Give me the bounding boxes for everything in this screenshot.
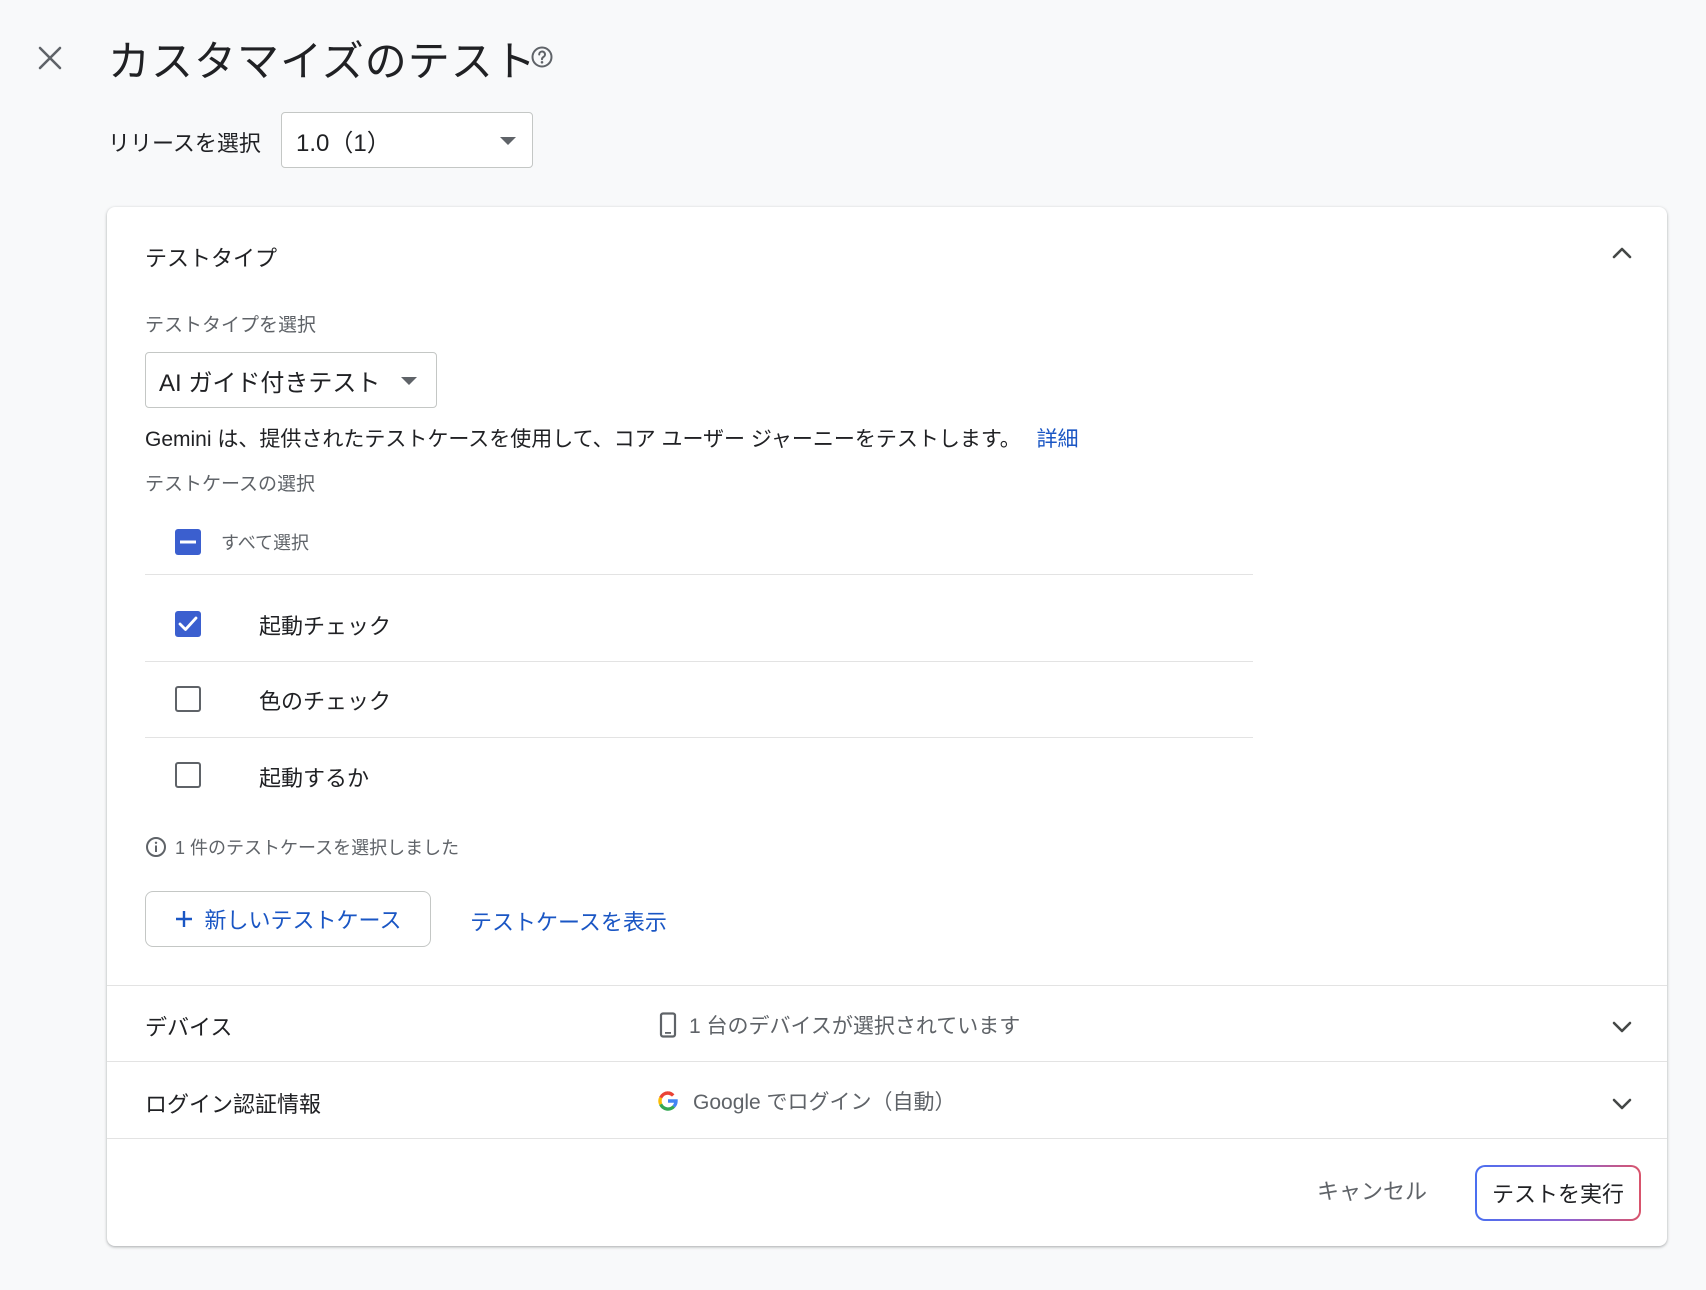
help-circle-icon[interactable] <box>530 45 554 74</box>
release-select-value: 1.0（1） <box>296 129 391 157</box>
test-case-checkbox[interactable] <box>175 762 201 788</box>
devices-section-title: デバイス <box>145 1015 233 1040</box>
release-select[interactable]: 1.0（1） <box>281 112 533 168</box>
divider <box>145 574 1253 575</box>
indeterminate-icon <box>180 540 196 544</box>
new-test-case-label: 新しいテストケース <box>204 908 402 933</box>
select-all-checkbox[interactable] <box>175 529 201 555</box>
test-type-select[interactable]: AI ガイド付きテスト <box>145 352 437 408</box>
test-type-section-title: テストタイプ <box>145 246 278 271</box>
view-test-cases-link[interactable]: テストケースを表示 <box>470 905 667 937</box>
login-summary: Google でログイン（自動） <box>655 1086 956 1116</box>
dropdown-arrow-icon <box>500 137 516 145</box>
test-config-card: テストタイプ テストタイプを選択 AI ガイド付きテスト Gemini は、提供… <box>107 207 1667 1246</box>
select-all-label: すべて選択 <box>221 533 310 553</box>
page-title: カスタマイズのテスト <box>108 38 537 85</box>
info-icon <box>146 837 166 857</box>
test-type-description: Gemini は、提供されたテストケースを使用して、コア ユーザー ジャーニーを… <box>145 423 1079 453</box>
chevron-down-icon[interactable] <box>1610 1096 1634 1112</box>
test-case-select-label: テストケースの選択 <box>145 474 316 495</box>
run-test-button[interactable]: テストを実行 <box>1475 1165 1641 1221</box>
test-case-label: 起動チェック <box>259 614 392 639</box>
divider <box>107 1138 1667 1139</box>
divider <box>107 1061 1667 1062</box>
google-icon <box>658 1091 678 1111</box>
login-section-title: ログイン認証情報 <box>145 1092 322 1117</box>
dropdown-arrow-icon <box>401 377 417 385</box>
cancel-button[interactable]: キャンセル <box>1317 1174 1427 1206</box>
release-select-label: リリースを選択 <box>108 131 261 156</box>
test-case-label: 色のチェック <box>259 689 392 714</box>
test-case-label: 起動するか <box>259 766 370 791</box>
checkmark-icon <box>178 616 198 631</box>
test-case-checkbox[interactable] <box>175 686 201 712</box>
close-button[interactable] <box>30 38 70 78</box>
divider <box>145 661 1253 662</box>
plus-icon <box>175 911 192 927</box>
test-type-select-label: テストタイプを選択 <box>145 315 317 336</box>
test-case-checkbox[interactable] <box>175 611 201 637</box>
devices-summary: 1 台のデバイスが選択されています <box>659 1010 1020 1040</box>
divider <box>145 737 1253 738</box>
run-test-label: テストを実行 <box>1477 1167 1639 1219</box>
close-icon <box>38 46 62 70</box>
login-summary-text: Google でログイン（自動） <box>693 1091 956 1114</box>
devices-summary-text: 1 台のデバイスが選択されています <box>689 1015 1021 1038</box>
chevron-up-icon[interactable] <box>1610 245 1634 261</box>
test-type-select-value: AI ガイド付きテスト <box>159 369 381 397</box>
selection-info-text: 1 件のテストケースを選択しました <box>175 838 460 858</box>
divider <box>107 985 1667 986</box>
chevron-down-icon[interactable] <box>1610 1019 1634 1035</box>
details-link[interactable]: 詳細 <box>1037 428 1079 451</box>
new-test-case-button[interactable]: 新しいテストケース <box>145 891 431 947</box>
selection-info: 1 件のテストケースを選択しました <box>145 834 459 860</box>
description-text: Gemini は、提供されたテストケースを使用して、コア ユーザー ジャーニーを… <box>145 428 1021 451</box>
phone-icon <box>659 1012 677 1038</box>
